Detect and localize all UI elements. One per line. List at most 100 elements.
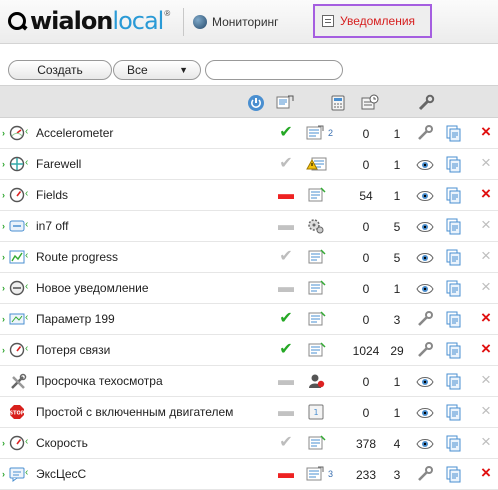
state-toggle-icon[interactable]: ✔: [278, 310, 294, 328]
delete-icon[interactable]: ×: [479, 154, 493, 172]
search-input[interactable]: [205, 60, 343, 80]
eye-icon[interactable]: [415, 434, 435, 452]
history-column-icon[interactable]: [360, 94, 379, 112]
count-column-icon[interactable]: [329, 94, 347, 112]
notification-name[interactable]: Accelerometer: [36, 126, 113, 140]
expand-arrow-icon[interactable]: ›: [2, 283, 5, 293]
expand-arrow-icon[interactable]: ›: [2, 190, 5, 200]
copy-icon[interactable]: [446, 404, 462, 422]
delete-icon[interactable]: ×: [479, 309, 493, 327]
notification-name[interactable]: Новое уведомление: [36, 281, 149, 295]
copy-icon[interactable]: [446, 156, 462, 174]
state-toggle-icon[interactable]: ✔: [278, 434, 294, 452]
delete-icon[interactable]: ×: [479, 464, 493, 482]
copy-icon[interactable]: [446, 249, 462, 267]
copy-icon[interactable]: [446, 311, 462, 329]
tab-monitoring-label: Мониторинг: [212, 15, 279, 29]
notification-row[interactable]: › ‹ Accelerometer ✔ 2 0 1 ×: [0, 118, 498, 149]
state-toggle-icon[interactable]: ▬: [278, 372, 294, 390]
delete-icon[interactable]: ×: [479, 433, 493, 451]
action-column-icon[interactable]: [275, 94, 294, 112]
notification-row[interactable]: › ‹ Параметр 199 ✔ 0 3 ×: [0, 304, 498, 335]
state-toggle-icon[interactable]: ✔: [278, 124, 294, 142]
notification-row[interactable]: › ‹ Farewell ✔ 0 1 ×: [0, 149, 498, 180]
eye-icon[interactable]: [415, 217, 435, 235]
create-button[interactable]: Создать: [8, 60, 112, 80]
notification-row[interactable]: › ‹ ЭксЦесС ▬ 3 233 3 ×: [0, 459, 498, 490]
expand-arrow-icon[interactable]: ›: [2, 159, 5, 169]
notification-name[interactable]: ЭксЦесС: [36, 467, 86, 481]
notification-name[interactable]: Простой с включенным двигателем: [36, 405, 233, 419]
filter-select[interactable]: Все ▼: [113, 60, 201, 80]
expand-arrow-icon[interactable]: ›: [2, 252, 5, 262]
notification-name[interactable]: Потеря связи: [36, 343, 110, 357]
copy-icon[interactable]: [446, 187, 462, 205]
wrench-icon[interactable]: [415, 465, 435, 483]
copy-icon[interactable]: [446, 280, 462, 298]
state-toggle-icon[interactable]: ✔: [278, 155, 294, 173]
delete-icon[interactable]: ×: [479, 123, 493, 141]
notification-name[interactable]: Просрочка техосмотра: [36, 374, 163, 388]
state-toggle-icon[interactable]: ▬: [278, 217, 294, 235]
delete-icon[interactable]: ×: [479, 278, 493, 296]
delete-icon[interactable]: ×: [479, 247, 493, 265]
expand-arrow-icon[interactable]: ›: [2, 469, 5, 479]
copy-icon[interactable]: [446, 342, 462, 360]
state-toggle-icon[interactable]: ▬: [278, 403, 294, 421]
eye-icon[interactable]: [415, 186, 435, 204]
delete-icon[interactable]: ×: [479, 371, 493, 389]
edit-column-icon[interactable]: [417, 94, 435, 112]
chevron-left-icon: ‹: [25, 250, 29, 261]
notification-name[interactable]: Fields: [36, 188, 68, 202]
notification-row[interactable]: › ‹ Потеря связи ✔ 1024 29 ×: [0, 335, 498, 366]
eye-icon[interactable]: [415, 155, 435, 173]
state-toggle-icon[interactable]: ▬: [278, 465, 294, 483]
delete-icon[interactable]: ×: [479, 340, 493, 358]
eye-icon[interactable]: [415, 372, 435, 390]
wrench-icon[interactable]: [415, 341, 435, 359]
eye-icon[interactable]: [415, 248, 435, 266]
tab-notifications[interactable]: Уведомления: [313, 4, 432, 38]
header-divider: [183, 8, 184, 36]
wrench-icon[interactable]: [415, 124, 435, 142]
notification-row[interactable]: › ‹ Fields ▬ 54 1 ×: [0, 180, 498, 211]
speedometer-icon: [9, 435, 25, 451]
eye-icon[interactable]: [415, 279, 435, 297]
expand-arrow-icon[interactable]: ›: [2, 438, 5, 448]
delete-icon[interactable]: ×: [479, 216, 493, 234]
notification-row[interactable]: STOP Простой с включенным двигателем ▬ 1 0 1 ×: [0, 397, 498, 428]
notification-row[interactable]: Просрочка техосмотра ▬ 0 1 ×: [0, 366, 498, 397]
copy-icon[interactable]: [446, 435, 462, 453]
copy-icon[interactable]: [446, 218, 462, 236]
power-icon[interactable]: [247, 94, 265, 112]
wialon-logo[interactable]: wialon local ®: [8, 6, 170, 36]
copy-icon[interactable]: [446, 466, 462, 484]
expand-arrow-icon[interactable]: ›: [2, 314, 5, 324]
expand-arrow-icon[interactable]: ›: [2, 221, 5, 231]
notification-row[interactable]: › ‹ in7 off ▬ 0 5 ×: [0, 211, 498, 242]
notification-name[interactable]: in7 off: [36, 219, 68, 233]
tab-monitoring[interactable]: Мониторинг: [193, 13, 279, 31]
expand-arrow-icon[interactable]: ›: [2, 128, 5, 138]
counter-icon: 1: [306, 403, 328, 421]
state-toggle-icon[interactable]: ▬: [278, 186, 294, 204]
copy-icon[interactable]: [446, 373, 462, 391]
notification-name[interactable]: Скорость: [36, 436, 88, 450]
units-count: 5: [393, 220, 401, 234]
state-toggle-icon[interactable]: ✔: [278, 341, 294, 359]
notification-row[interactable]: › ‹ Скорость ✔ 378 4 ×: [0, 428, 498, 459]
state-toggle-icon[interactable]: ✔: [278, 248, 294, 266]
wrench-icon[interactable]: [415, 310, 435, 328]
notification-name[interactable]: Farewell: [36, 157, 81, 171]
eye-icon[interactable]: [415, 403, 435, 421]
action-multi-icon: 3: [306, 465, 333, 483]
delete-icon[interactable]: ×: [479, 402, 493, 420]
expand-arrow-icon[interactable]: ›: [2, 345, 5, 355]
copy-icon[interactable]: [446, 125, 462, 143]
notification-name[interactable]: Route progress: [36, 250, 118, 264]
notification-row[interactable]: › ‹ Route progress ✔ 0 5 ×: [0, 242, 498, 273]
state-toggle-icon[interactable]: ▬: [278, 279, 294, 297]
notification-name[interactable]: Параметр 199: [36, 312, 115, 326]
delete-icon[interactable]: ×: [479, 185, 493, 203]
notification-row[interactable]: › ‹ Новое уведомление ▬ 0 1 ×: [0, 273, 498, 304]
